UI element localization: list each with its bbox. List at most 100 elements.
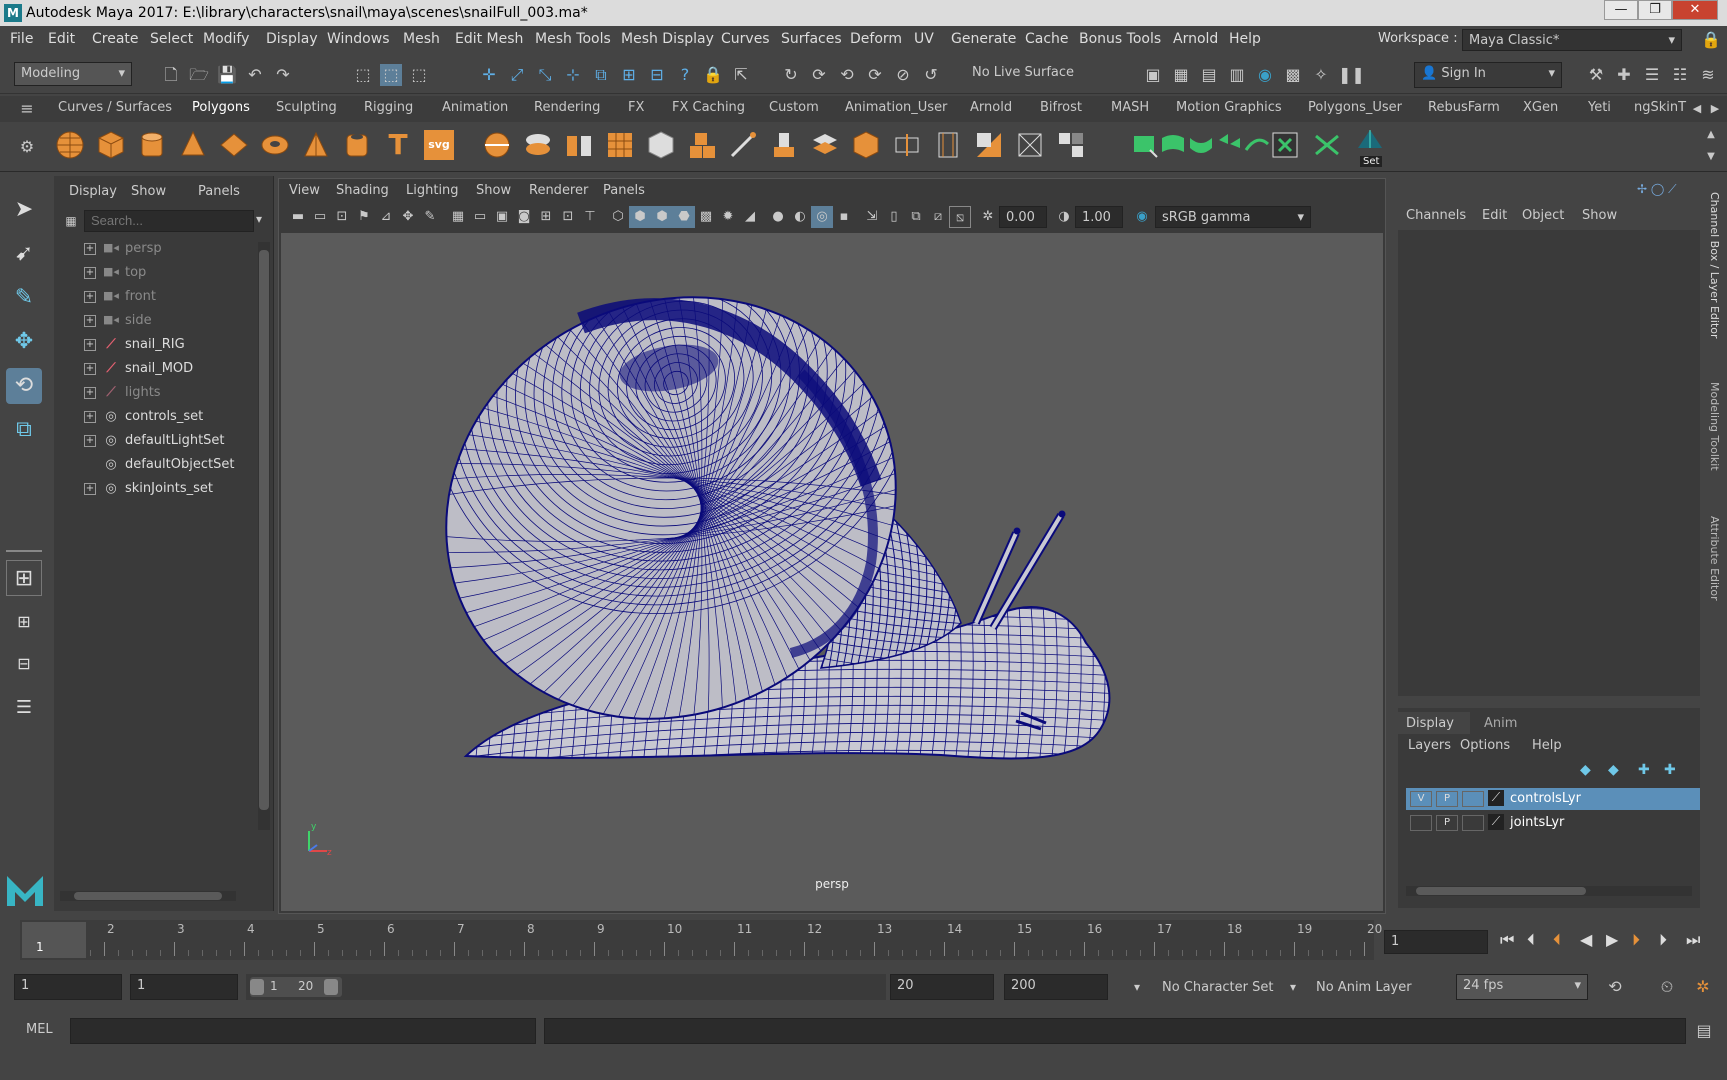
four-view-layout-icon[interactable]: ⊞ [6, 604, 42, 640]
poly-cone-icon[interactable] [178, 130, 208, 160]
select-hierarchy-icon[interactable]: ⬚ [352, 64, 374, 86]
workspace-dropdown[interactable]: Maya Classic* ▾ [1462, 29, 1682, 51]
shelf-tab-bifrost[interactable]: Bifrost [1040, 100, 1082, 115]
color-management-icon[interactable]: ◉ [1131, 206, 1153, 228]
menu-select[interactable]: Select [150, 31, 193, 47]
outliner-item-front[interactable]: + ■◂ front [54, 286, 254, 310]
rotate-tool-icon[interactable]: ⟲ [6, 368, 42, 404]
maximize-button[interactable]: ❐ [1638, 0, 1672, 20]
menu-surfaces[interactable]: Surfaces [781, 31, 842, 47]
live-surface-field[interactable]: No Live Surface [966, 62, 1084, 86]
outliner-menu-display[interactable]: Display [69, 184, 117, 199]
shelf-tab-mash[interactable]: MASH [1111, 100, 1149, 115]
command-language-label[interactable]: MEL [26, 1022, 53, 1037]
symmetry-icon[interactable]: ⇱ [730, 64, 752, 86]
modeling-toolkit-icon[interactable]: ⚒ [1585, 64, 1607, 86]
end-time-field[interactable]: 200 [1004, 974, 1108, 1000]
layer-menu-help[interactable]: Help [1532, 738, 1562, 753]
channel-menu-channels[interactable]: Channels [1406, 208, 1466, 223]
shelf-up-icon[interactable]: ▲ [1700, 124, 1722, 146]
shelf-scroll-right-icon[interactable]: ▶ [1704, 98, 1726, 120]
channel-icons[interactable]: ✢ ◯ ⟋ [1637, 182, 1677, 197]
tab-channel-box-layer-editor[interactable]: Channel Box / Layer Editor [1708, 192, 1721, 339]
smooth-icon[interactable] [605, 130, 635, 160]
menu-windows[interactable]: Windows [327, 31, 390, 47]
offset-edge-loop-icon[interactable] [933, 130, 963, 160]
shadows-icon[interactable]: ✹ [717, 206, 739, 228]
viewport-menu-shading[interactable]: Shading [336, 183, 389, 198]
colorspace-dropdown[interactable]: sRGB gamma ▾ [1155, 206, 1311, 228]
select-tool-icon[interactable]: ➤ [6, 192, 42, 228]
layer-tab-display[interactable]: Display [1398, 712, 1470, 734]
svg-icon[interactable]: svg [424, 130, 454, 160]
layer-menu-options[interactable]: Options [1460, 738, 1510, 753]
exposure-field[interactable]: 0.00 [999, 206, 1047, 228]
scale-tool-icon[interactable]: ⧉ [6, 412, 42, 448]
shelf-tab-xgen[interactable]: XGen [1523, 100, 1558, 115]
command-input[interactable] [70, 1018, 536, 1044]
history-icon[interactable]: ↻ [780, 64, 802, 86]
bevel-icon[interactable] [810, 130, 840, 160]
menu-deform[interactable]: Deform [850, 31, 902, 47]
layer-visibility-toggle[interactable] [1410, 815, 1432, 831]
outliner-item-persp[interactable]: + ■◂ persp [54, 238, 254, 262]
remesh-icon[interactable] [687, 130, 717, 160]
snap-view-icon[interactable]: ⊹ [562, 64, 584, 86]
expand-icon[interactable]: + [84, 243, 96, 255]
chevron-down-icon[interactable]: ▾ [1290, 980, 1296, 994]
paint-select-tool-icon[interactable]: ✎ [6, 280, 42, 316]
redo-last-icon[interactable]: ↺ [920, 64, 942, 86]
channel-box-icon[interactable]: ☷ [1669, 64, 1691, 86]
playback-start-field[interactable]: 1 [130, 974, 238, 1000]
poly-cylinder-icon[interactable] [137, 130, 167, 160]
select-camera-icon[interactable]: ▬ [287, 206, 309, 228]
input-ops-icon[interactable]: ⟲ [836, 64, 858, 86]
menu-generate[interactable]: Generate [951, 31, 1016, 47]
camera-attributes-icon[interactable]: ▭ [309, 206, 331, 228]
time-slider[interactable]: 1234567891011121314151617181920 1 1 ⏮ ⏴ … [0, 916, 1727, 966]
menu-create[interactable]: Create [92, 31, 139, 47]
undo-icon[interactable]: ↶ [244, 64, 266, 86]
shelf-tab-fx-caching[interactable]: FX Caching [672, 100, 745, 115]
go-to-end-icon[interactable]: ⏭ [1686, 930, 1700, 950]
expand-icon[interactable]: + [84, 387, 96, 399]
multisample-aa-icon[interactable]: ◐ [789, 206, 811, 228]
bridge-icon[interactable] [851, 130, 881, 160]
sign-in-button[interactable]: 👤 Sign In ▾ [1414, 62, 1562, 88]
image-plane-icon[interactable]: ⊿ [375, 206, 397, 228]
expand-icon[interactable]: + [84, 291, 96, 303]
expand-icon[interactable]: + [84, 483, 96, 495]
viewport-menu-view[interactable]: View [289, 183, 320, 198]
backface-culling-icon[interactable]: ⧄ [927, 206, 949, 228]
layer-hscrollbar[interactable] [1406, 886, 1692, 896]
extrude-icon[interactable] [769, 130, 799, 160]
tab-modeling-toolkit[interactable]: Modeling Toolkit [1708, 382, 1721, 471]
tab-attribute-editor[interactable]: Attribute Editor [1708, 516, 1721, 601]
viewport-menu-renderer[interactable]: Renderer [529, 183, 588, 198]
shelf-tab-rendering[interactable]: Rendering [534, 100, 600, 115]
insert-edge-loop-icon[interactable] [892, 130, 922, 160]
shelf-tab-curves-surfaces[interactable]: Curves / Surfaces [58, 100, 172, 115]
poly-type-icon[interactable]: T [383, 130, 413, 160]
field-chart-icon[interactable]: ⊞ [535, 206, 557, 228]
search-options-icon[interactable]: ▾ [256, 212, 262, 226]
gamma-field[interactable]: 1.00 [1075, 206, 1123, 228]
auto-key-icon[interactable]: ⏲ [1656, 976, 1678, 998]
shelf-tab-animation[interactable]: Animation [442, 100, 508, 115]
layer-color-swatch-icon[interactable]: ⟋ [1488, 814, 1504, 830]
cylindrical-map-icon[interactable] [1158, 130, 1188, 160]
poly-cube-icon[interactable] [96, 130, 126, 160]
outliner-search-input[interactable] [84, 210, 254, 232]
outliner-item-defaultlightset[interactable]: + ◎ defaultLightSet [54, 430, 254, 454]
tool-settings-icon[interactable]: ☰ [1641, 64, 1663, 86]
shelf-tab-polygons-user[interactable]: Polygons_User [1308, 100, 1402, 115]
shelf-tab-rigging[interactable]: Rigging [364, 100, 413, 115]
set-icon[interactable] [1355, 126, 1385, 156]
chevron-down-icon[interactable]: ▾ [1134, 980, 1140, 994]
expand-icon[interactable]: + [84, 363, 96, 375]
snap-help-icon[interactable]: ? [674, 64, 696, 86]
use-all-lights-icon[interactable]: ▩ [695, 206, 717, 228]
menu-edit-mesh[interactable]: Edit Mesh [455, 31, 523, 47]
outliner-item-top[interactable]: + ■◂ top [54, 262, 254, 286]
anim-layer-dropdown[interactable]: No Anim Layer [1316, 980, 1412, 995]
